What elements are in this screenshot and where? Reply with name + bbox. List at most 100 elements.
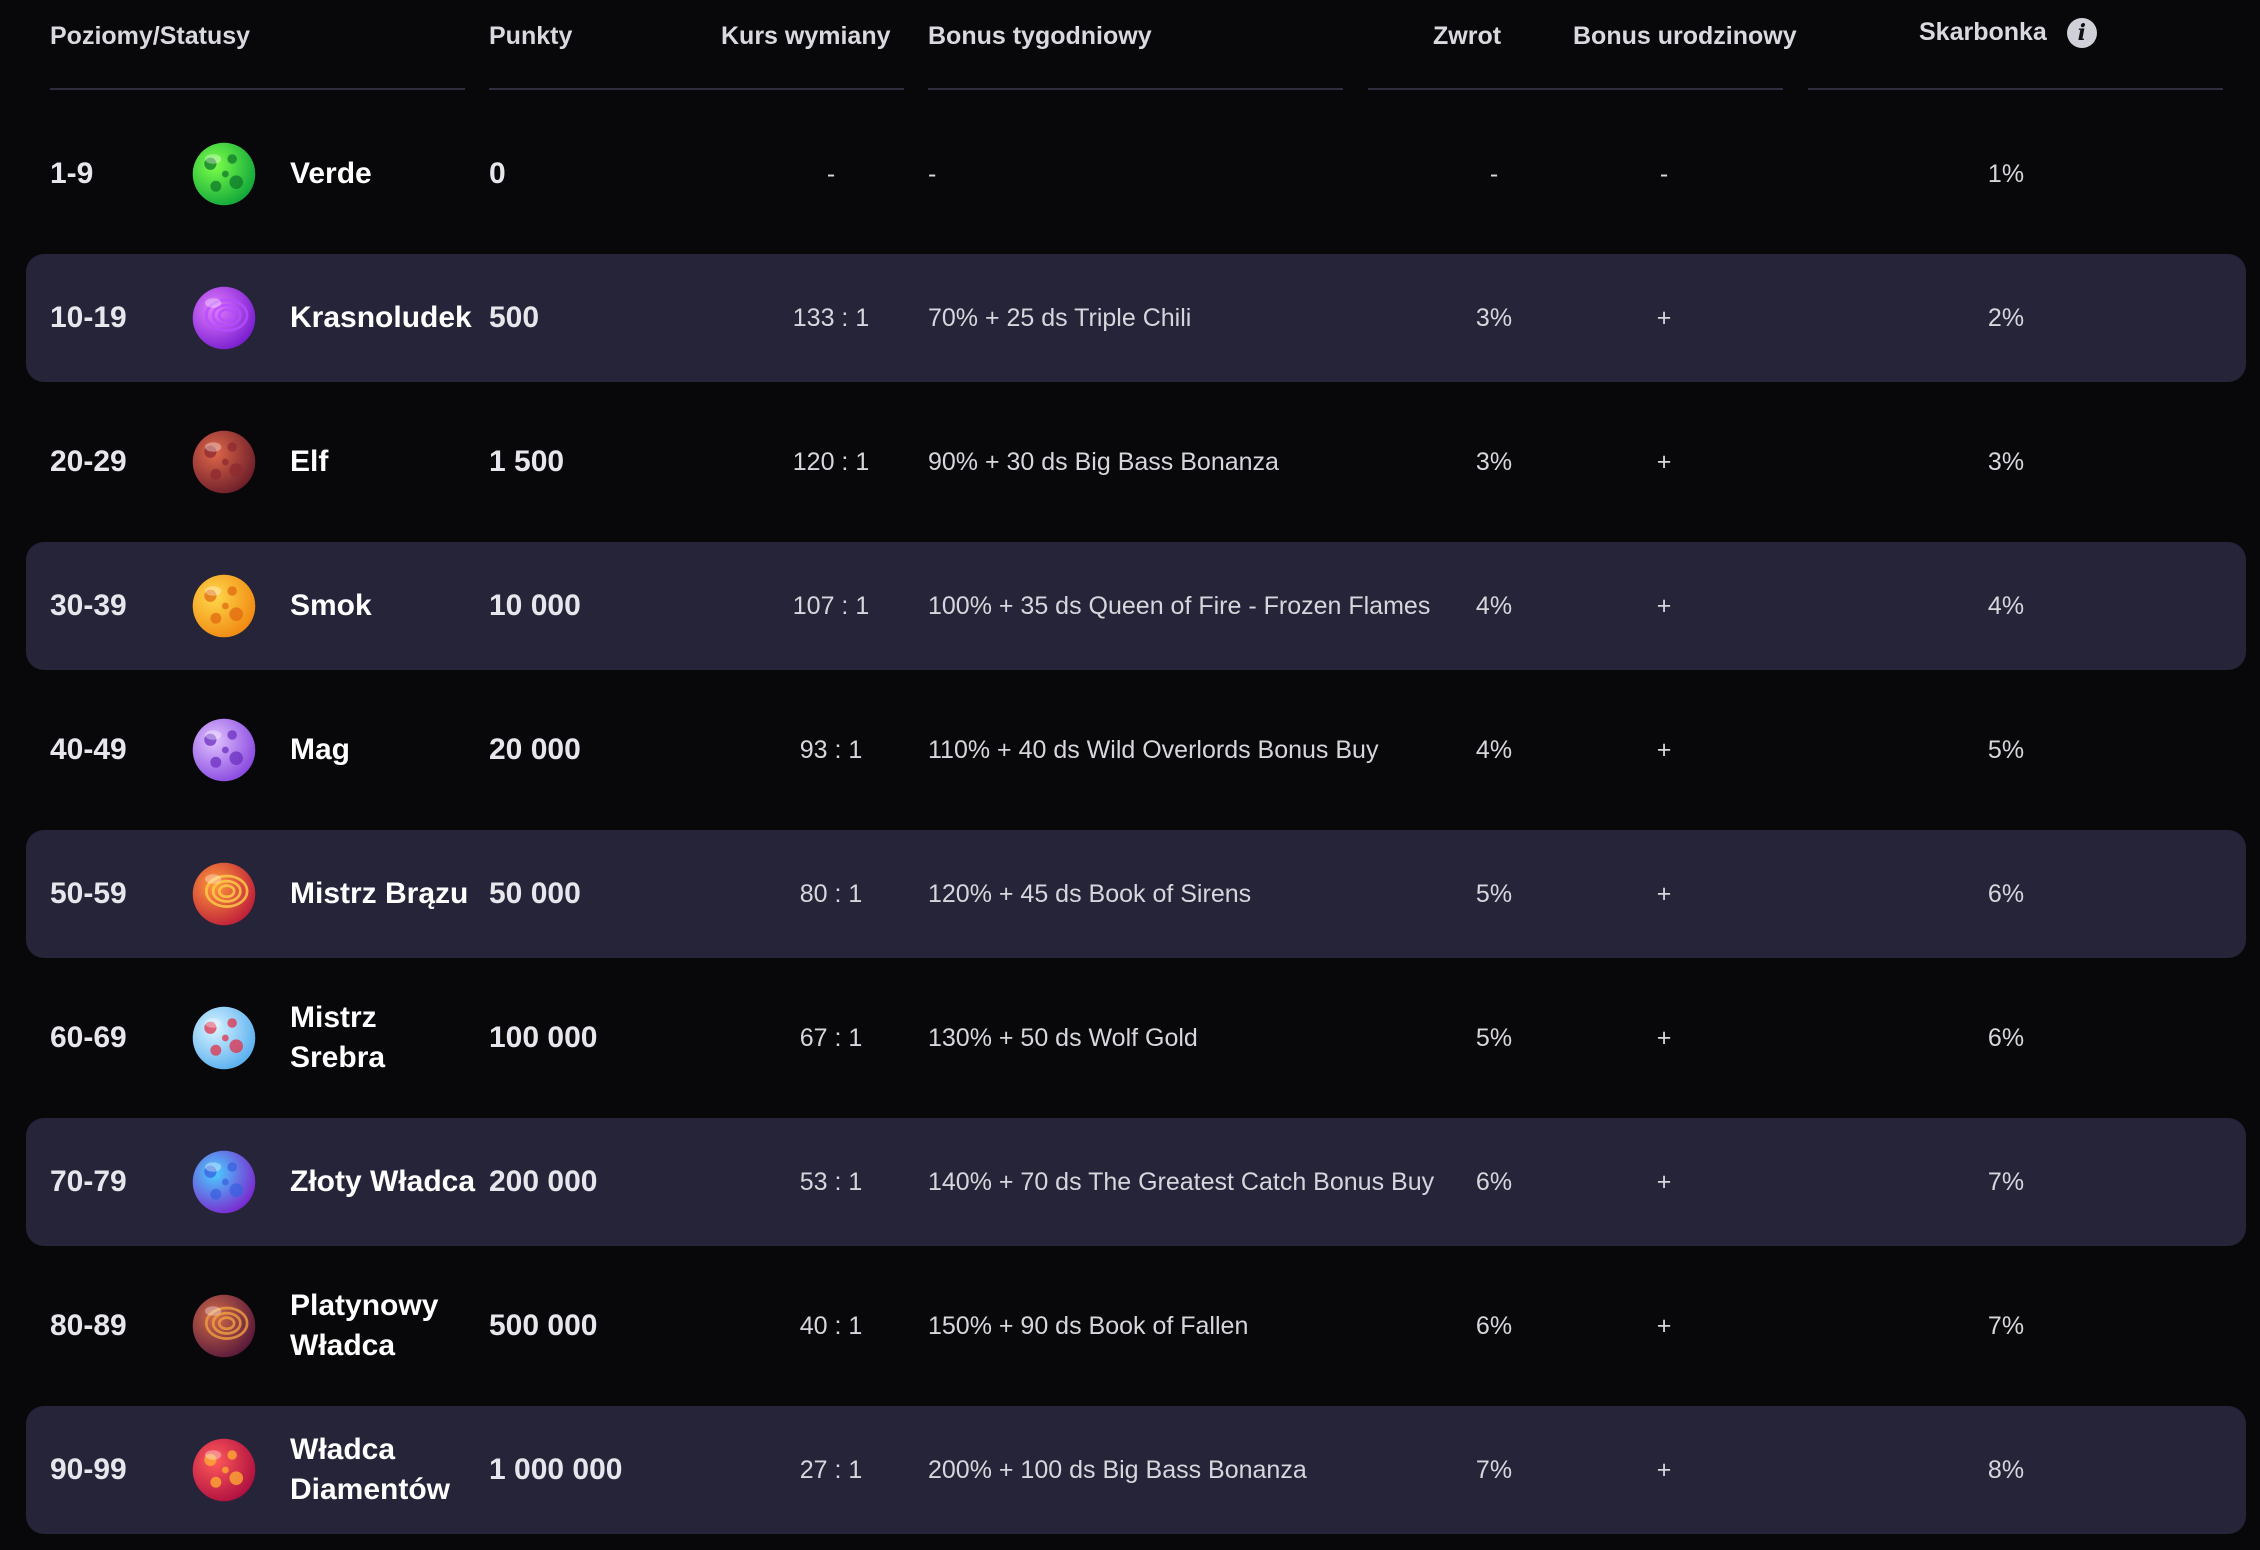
birthday-bonus-value: + (1656, 735, 1672, 764)
level-range: 50-59 (50, 877, 127, 910)
cashback-value: - (1489, 159, 1499, 188)
level-range: 60-69 (50, 1021, 127, 1054)
header-birthday-bonus: Bonus urodzinowy (1573, 22, 1797, 50)
cashback-value: 7% (1475, 1455, 1513, 1484)
points-value: 500 (489, 301, 540, 334)
exchange-rate: 40 : 1 (799, 1311, 863, 1340)
birthday-bonus-value: + (1656, 879, 1672, 908)
header-points: Punkty (489, 22, 573, 50)
exchange-rate: 133 : 1 (792, 303, 870, 332)
weekly-bonus: 140% + 70 ds The Greatest Catch Bonus Bu… (928, 1167, 1435, 1196)
header-cashback: Zwrot (1433, 22, 1502, 50)
level-range: 1-9 (50, 157, 94, 190)
status-name: Smok (290, 589, 372, 622)
planet-ice-icon (192, 1006, 256, 1070)
birthday-bonus-value: + (1656, 1167, 1672, 1196)
level-range: 90-99 (50, 1453, 127, 1486)
planet-lava-icon (192, 862, 256, 926)
level-range: 30-39 (50, 589, 127, 622)
table-row: 20-29 Elf 1 500 120 : 1 90% + 30 ds Big … (26, 398, 2246, 526)
table-row: 10-19 Krasnoludek 500 133 : 1 70% + 25 d… (26, 254, 2246, 382)
points-value: 10 000 (489, 589, 581, 622)
piggy-bank-value: 7% (1987, 1311, 2025, 1340)
points-value: 500 000 (489, 1309, 598, 1342)
exchange-rate: 93 : 1 (799, 735, 863, 764)
cashback-value: 5% (1475, 879, 1513, 908)
exchange-rate: 67 : 1 (799, 1023, 863, 1052)
exchange-rate: 27 : 1 (799, 1455, 863, 1484)
points-value: 0 (489, 157, 506, 190)
planet-lavender-icon (192, 718, 256, 782)
status-name: Mistrz Srebra (290, 1001, 386, 1074)
birthday-bonus-value: + (1656, 1455, 1672, 1484)
level-range: 80-89 (50, 1309, 127, 1342)
points-value: 1 000 000 (489, 1453, 623, 1486)
header-divider (928, 88, 1343, 90)
piggy-bank-value: 2% (1987, 303, 2025, 332)
cashback-value: 3% (1475, 447, 1513, 476)
piggy-bank-value: 6% (1987, 879, 2025, 908)
planet-rocky-red-icon (192, 430, 256, 494)
table-row: 70-79 Złoty Władca 200 000 53 : 1 140% +… (26, 1118, 2246, 1246)
points-value: 20 000 (489, 733, 581, 766)
status-name: Verde (290, 157, 372, 190)
piggy-bank-value: 4% (1987, 591, 2025, 620)
table-row: 1-9 Verde 0 - - - - 1% (26, 110, 2246, 238)
points-value: 100 000 (489, 1021, 598, 1054)
weekly-bonus: 90% + 30 ds Big Bass Bonanza (928, 447, 1279, 476)
header-divider (1808, 88, 2223, 90)
level-range: 70-79 (50, 1165, 127, 1198)
cashback-value: 6% (1475, 1167, 1513, 1196)
table-row: 60-69 Mistrz Srebra 100 000 67 : 1 130% … (26, 974, 2246, 1102)
header-piggy-bank-label: Skarbonka (1919, 18, 2047, 46)
status-name: Krasnoludek (290, 301, 472, 334)
cashback-value: 4% (1475, 591, 1513, 620)
info-icon[interactable]: i (2066, 18, 2097, 49)
birthday-bonus-value: + (1656, 1023, 1672, 1052)
piggy-bank-value: 6% (1987, 1023, 2025, 1052)
piggy-bank-value: 7% (1987, 1167, 2025, 1196)
weekly-bonus: 200% + 100 ds Big Bass Bonanza (928, 1455, 1307, 1484)
cashback-value: 6% (1475, 1311, 1513, 1340)
planet-golden-icon (192, 574, 256, 638)
birthday-bonus-value: + (1656, 1311, 1672, 1340)
cashback-value: 3% (1475, 303, 1513, 332)
points-value: 200 000 (489, 1165, 598, 1198)
piggy-bank-value: 3% (1987, 447, 2025, 476)
header-levels: Poziomy/Statusy (50, 22, 251, 50)
birthday-bonus-value: + (1656, 591, 1672, 620)
planet-green-icon (192, 142, 256, 206)
exchange-rate: 53 : 1 (799, 1167, 863, 1196)
table-row: 50-59 Mistrz Brązu 50 000 80 : 1 120% + … (26, 830, 2246, 958)
cashback-value: 4% (1475, 735, 1513, 764)
level-range: 10-19 (50, 301, 127, 334)
status-name: Elf (290, 445, 329, 478)
status-name: Władca Diamentów (290, 1433, 451, 1506)
piggy-bank-value: 8% (1987, 1455, 2025, 1484)
planet-red-orb-icon (192, 1438, 256, 1502)
weekly-bonus: 70% + 25 ds Triple Chili (928, 303, 1192, 332)
header-divider (489, 88, 904, 90)
weekly-bonus: 120% + 45 ds Book of Sirens (928, 879, 1252, 908)
table-row: 80-89 Platynowy Władca 500 000 40 : 1 15… (26, 1262, 2246, 1390)
birthday-bonus-value: + (1656, 303, 1672, 332)
status-name: Złoty Władca (290, 1165, 476, 1198)
exchange-rate: 120 : 1 (792, 447, 870, 476)
exchange-rate: - (826, 159, 836, 188)
weekly-bonus: 110% + 40 ds Wild Overlords Bonus Buy (928, 735, 1379, 764)
header-divider (50, 88, 465, 90)
exchange-rate: 80 : 1 (799, 879, 863, 908)
header-weekly-bonus: Bonus tygodniowy (928, 22, 1152, 50)
cashback-value: 5% (1475, 1023, 1513, 1052)
header-piggy-bank: Skarbonka i (1919, 18, 2097, 49)
weekly-bonus: 100% + 35 ds Queen of Fire - Frozen Flam… (928, 591, 1431, 620)
weekly-bonus: 150% + 90 ds Book of Fallen (928, 1311, 1249, 1340)
points-value: 1 500 (489, 445, 565, 478)
planet-purple-swirl-icon (192, 286, 256, 350)
header-divider (1368, 88, 1783, 90)
exchange-rate: 107 : 1 (792, 591, 870, 620)
planet-blue-purple-icon (192, 1150, 256, 1214)
level-range: 40-49 (50, 733, 127, 766)
table-header: Poziomy/Statusy Punkty Kurs wymiany Bonu… (0, 0, 2260, 90)
vip-levels-table: Poziomy/Statusy Punkty Kurs wymiany Bonu… (0, 0, 2260, 1550)
